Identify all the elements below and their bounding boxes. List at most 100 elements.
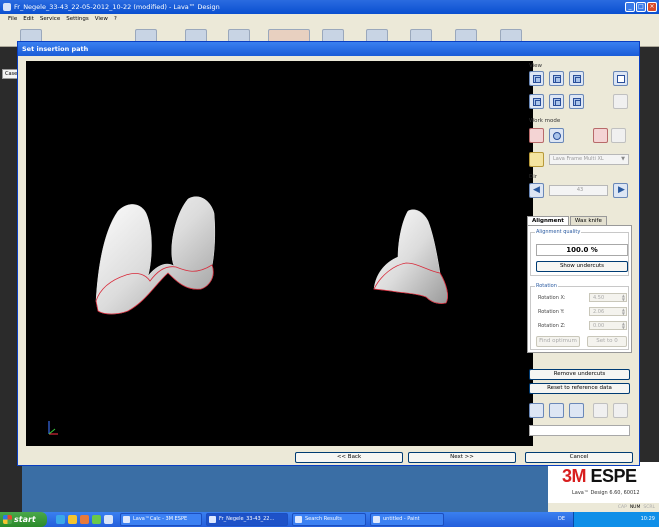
task-app-icon (123, 516, 130, 523)
rotation-x-label: Rotation X: (538, 295, 566, 301)
tool-2-icon[interactable] (549, 403, 564, 418)
material-icon[interactable] (529, 152, 544, 167)
paint-icon (373, 516, 380, 523)
app-title: Fr_Negele_33-43_22-05-2012_10-22 (modifi… (14, 3, 220, 11)
brand-prefix: 3M (562, 466, 587, 486)
alignment-tab-panel: Alignment quality 100.0 % Show undercuts… (527, 225, 632, 353)
clock[interactable]: 10:29 (641, 516, 655, 522)
media-icon[interactable] (80, 515, 89, 524)
system-tray: DE 10:29 (558, 512, 659, 527)
view-left-icon[interactable] (569, 71, 584, 86)
task-label: untitled - Paint (383, 516, 420, 522)
ie-icon[interactable] (56, 515, 65, 524)
version-label: Lava™ Design 6.60, 60012 (572, 490, 640, 496)
task-label: Fr_Negele_33-43_22... (219, 516, 275, 522)
chevron-down-icon: ▼ (621, 156, 625, 162)
work-mode-label: Work mode (529, 118, 561, 124)
spin-arrows-icon[interactable]: ▲ ▼ (622, 294, 625, 302)
show-undercuts-button[interactable]: Show undercuts (536, 261, 628, 272)
task-label: Lava™Calc - 3M ESPE (133, 516, 188, 522)
menu-service[interactable]: Service (40, 14, 60, 25)
view-top-icon[interactable] (549, 94, 564, 109)
rotation-y-value: 2.06 (593, 309, 605, 315)
arrow-left-icon[interactable]: ◀ (529, 183, 544, 198)
tooth-pair-icon[interactable] (611, 128, 626, 143)
view-bottom-icon[interactable] (569, 94, 584, 109)
rotation-z-value: 0.00 (593, 323, 605, 329)
menubar: File Edit Service Settings View ? (0, 14, 659, 25)
status-cap: CAP (617, 505, 627, 510)
teeth-model[interactable] (26, 61, 533, 446)
language-indicator[interactable]: DE (558, 512, 565, 527)
material-combo[interactable]: Lava Frame Multi XL ▼ (549, 154, 629, 165)
rotation-group: Rotation Rotation X: 4.50 ▲ ▼ Rotation Y:… (530, 283, 629, 350)
brand-name: ESPE (590, 466, 638, 486)
app-quicklaunch-icon[interactable] (92, 515, 101, 524)
dir-value-field[interactable]: 43 (549, 185, 608, 196)
cancel-button[interactable]: Cancel (525, 452, 633, 463)
task-paint[interactable]: untitled - Paint (370, 513, 444, 526)
tool-5-icon[interactable] (613, 403, 628, 418)
task-lava-design[interactable]: Fr_Negele_33-43_22... (206, 513, 288, 526)
reset-reference-button[interactable]: Reset to reference data (529, 383, 630, 394)
alignment-tool-icon[interactable] (549, 128, 564, 143)
insertion-direction-icon[interactable] (529, 128, 544, 143)
3d-viewport[interactable] (26, 61, 533, 446)
alignment-quality-group: Alignment quality 100.0 % Show undercuts (530, 229, 629, 276)
remove-undercuts-button[interactable]: Remove undercuts (529, 369, 630, 380)
search-icon (295, 516, 302, 523)
view-back-icon[interactable] (549, 71, 564, 86)
explorer-icon[interactable] (68, 515, 77, 524)
windows-logo-icon (3, 515, 12, 524)
material-combo-value: Lava Frame Multi XL (553, 156, 604, 162)
tooth-left-1 (95, 196, 216, 315)
rotation-x-field[interactable]: 4.50 ▲ ▼ (589, 293, 627, 302)
task-search-results[interactable]: Search Results (292, 513, 366, 526)
desktop-icon[interactable] (104, 515, 113, 524)
rotation-y-field[interactable]: 2.06 ▲ ▼ (589, 307, 627, 316)
view-label: View (529, 63, 543, 69)
maximize-button[interactable]: □ (636, 2, 646, 12)
tooth-select-icon[interactable] (593, 128, 608, 143)
menu-file[interactable]: File (8, 14, 17, 25)
next-button[interactable]: Next >> (408, 452, 516, 463)
axis-icon (48, 421, 58, 435)
start-label: start (14, 515, 36, 524)
status-scrl: SCRL (643, 505, 655, 510)
side-panel: View Work mode Lava Frame Multi XL ▼ Dir… (527, 60, 637, 445)
insertion-path-dialog: Set insertion path View Work mode Lava F… (17, 41, 640, 466)
menu-settings[interactable]: Settings (66, 14, 89, 25)
status-bar: CAP NUM SCRL (548, 503, 659, 512)
spin-arrows-icon[interactable]: ▲ ▼ (622, 308, 625, 316)
window-controls: _ □ × (625, 2, 657, 12)
arrow-right-icon[interactable]: ▶ (613, 183, 628, 198)
tool-1-icon[interactable] (529, 403, 544, 418)
view-front-icon[interactable] (529, 71, 544, 86)
fit-view-icon[interactable] (613, 71, 628, 86)
app-right-area (640, 47, 659, 512)
task-app-icon (209, 516, 216, 523)
rotation-z-label: Rotation Z: (538, 323, 566, 329)
find-optimum-button[interactable]: Find optimum (536, 336, 580, 347)
tool-4-icon[interactable] (593, 403, 608, 418)
task-lava-calc[interactable]: Lava™Calc - 3M ESPE (120, 513, 202, 526)
spin-arrows-icon[interactable]: ▲ ▼ (622, 322, 625, 330)
tooth-right (373, 209, 448, 304)
status-num: NUM (629, 505, 641, 510)
app-titlebar: Fr_Negele_33-43_22-05-2012_10-22 (modifi… (0, 0, 659, 14)
brand-logo: 3M ESPE (562, 466, 637, 487)
tool-3-icon[interactable] (569, 403, 584, 418)
set-to-0-button[interactable]: Set to 0 (587, 336, 627, 347)
minimize-button[interactable]: _ (625, 2, 635, 12)
view-right-icon[interactable] (529, 94, 544, 109)
menu-view[interactable]: View (95, 14, 108, 25)
task-label: Search Results (305, 516, 342, 522)
menu-edit[interactable]: Edit (23, 14, 34, 25)
close-button[interactable]: × (647, 2, 657, 12)
rotation-label: Rotation (535, 283, 558, 289)
rotation-z-field[interactable]: 0.00 ▲ ▼ (589, 321, 627, 330)
grid-icon[interactable] (613, 94, 628, 109)
menu-help[interactable]: ? (114, 14, 117, 25)
back-button[interactable]: << Back (295, 452, 403, 463)
start-button[interactable]: start (0, 512, 47, 527)
